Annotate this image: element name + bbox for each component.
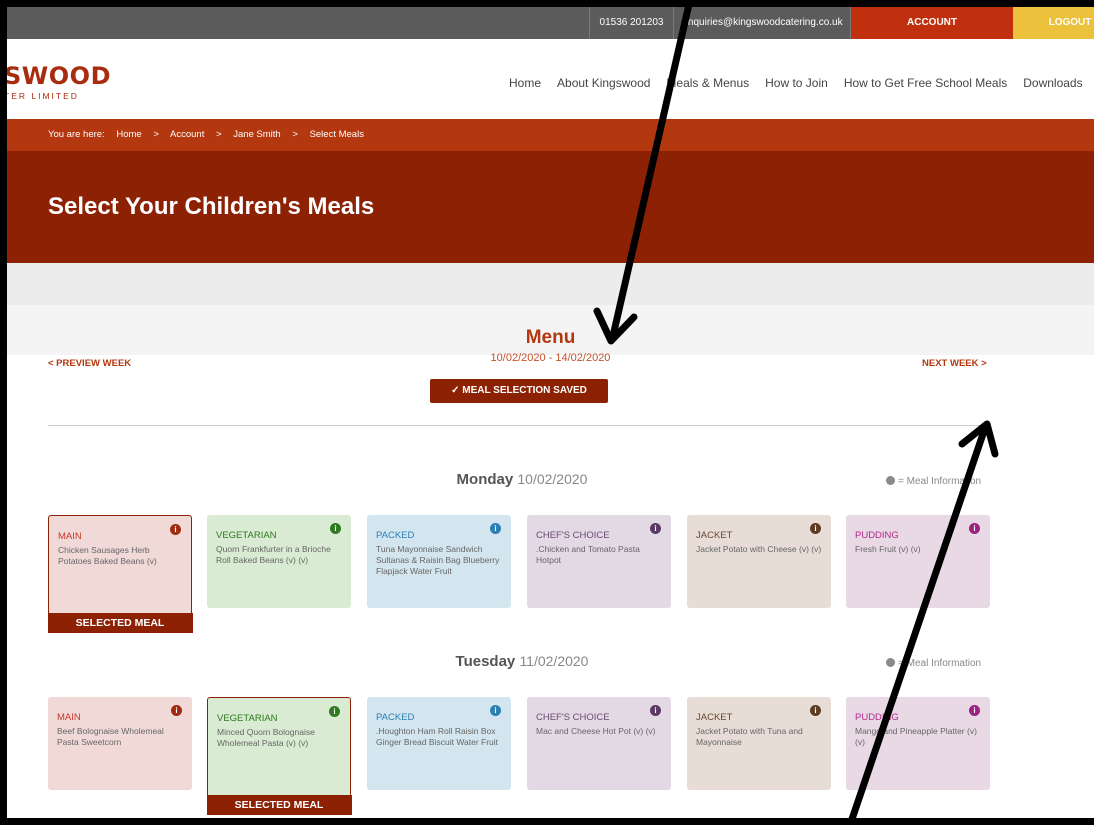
info-icon[interactable]: i (810, 523, 821, 534)
meal-card-chefs-choice[interactable]: i CHEF'S CHOICE Mac and Cheese Hot Pot (v)… (527, 697, 671, 790)
meal-description: .Houghton Ham Roll Raisin Box Ginger Bre… (376, 726, 499, 747)
meal-description: Quorn Frankfurter in a Brioche Roll Bake… (216, 544, 331, 565)
logo-subtitle: TER LIMITED (7, 91, 79, 101)
breadcrumb-sep: > (292, 129, 298, 140)
nav-home[interactable]: Home (509, 76, 541, 90)
meal-description: .Chicken and Tomato Pasta Hotpot (536, 544, 640, 565)
logo[interactable]: SWOOD (7, 62, 111, 90)
day-heading: Tuesday 11/02/2020 (7, 653, 1037, 670)
site-header: SWOOD TER LIMITED Home About Kingswood M… (7, 39, 1094, 119)
meal-category: PUDDING (855, 530, 899, 541)
phone-number[interactable]: 01536 201203 (589, 7, 674, 39)
meal-category: PACKED (376, 530, 415, 541)
info-icon[interactable]: i (650, 705, 661, 716)
account-button[interactable]: ACCOUNT (851, 7, 1013, 39)
logout-button[interactable]: LOGOUT (1013, 7, 1094, 39)
info-icon[interactable]: i (810, 705, 821, 716)
meal-card-main[interactable]: i MAIN Beef Bolognaise Wholemeal Pasta Swe… (48, 697, 192, 790)
browser-viewport: 01536 201203 enquiries@kingswoodcatering… (7, 7, 1094, 818)
breadcrumb-home[interactable]: Home (116, 129, 141, 140)
meal-description: Beef Bolognaise Wholemeal Pasta Sweetcor… (57, 726, 164, 747)
info-icon[interactable]: i (171, 705, 182, 716)
breadcrumb-sep: > (153, 129, 159, 140)
page-title: Select Your Children's Meals (48, 193, 375, 220)
main-nav: Home About Kingswood Meals & Menus How t… (509, 76, 1094, 90)
meal-description: Jacket Potato with Cheese (v) (v) (696, 544, 822, 554)
next-week-link[interactable]: NEXT WEEK > (922, 358, 987, 369)
info-icon[interactable]: i (490, 523, 501, 534)
info-icon[interactable]: i (329, 706, 340, 717)
info-icon[interactable]: i (490, 705, 501, 716)
selected-meal-badge: SELECTED MEAL (206, 794, 352, 815)
nav-free-school-meals[interactable]: How to Get Free School Meals (844, 76, 1007, 90)
legend-text: = Meal Information (898, 658, 982, 669)
meal-category: PUDDING (855, 712, 899, 723)
breadcrumb: You are here: Home > Account > Jane Smit… (7, 119, 1094, 151)
meal-card-vegetarian[interactable]: i VEGETARIAN Quorn Frankfurter in a Brioch… (207, 515, 351, 608)
meal-description: Chicken Sausages Herb Potatoes Baked Bea… (58, 545, 157, 566)
breadcrumb-label: You are here: (48, 129, 105, 140)
info-icon[interactable]: i (969, 705, 980, 716)
breadcrumb-account[interactable]: Account (170, 129, 204, 140)
day-heading: Monday 10/02/2020 (7, 471, 1037, 488)
info-icon[interactable]: i (650, 523, 661, 534)
meal-category: VEGETARIAN (217, 713, 278, 724)
legend-text: = Meal Information (898, 476, 982, 487)
meal-card-packed[interactable]: i PACKED .Houghton Ham Roll Raisin Box Gin… (367, 697, 511, 790)
meal-card-jacket[interactable]: i JACKET Jacket Potato with Cheese (v) (v) (687, 515, 831, 608)
breadcrumb-child[interactable]: Jane Smith (233, 129, 281, 140)
meal-card-pudding[interactable]: i PUDDING Fresh Fruit (v) (v) (846, 515, 990, 608)
selected-meal-badge: SELECTED MEAL (47, 612, 193, 633)
meal-card-chefs-choice[interactable]: i CHEF'S CHOICE .Chicken and Tomato Pasta … (527, 515, 671, 608)
meal-description: Tuna Mayonnaise Sandwich Sultanas & Rais… (376, 544, 500, 576)
meal-description: Mango and Pineapple Platter (v) (v) (855, 726, 977, 747)
info-icon (886, 476, 895, 485)
breadcrumb-current: Select Meals (309, 129, 364, 140)
meal-card-packed[interactable]: i PACKED Tuna Mayonnaise Sandwich Sultanas… (367, 515, 511, 608)
meal-category: JACKET (696, 530, 733, 541)
nav-meals-menus[interactable]: Meals & Menus (666, 76, 749, 90)
meal-card-vegetarian[interactable]: i VEGETARIAN Minced Quorn Bolognaise Whole… (206, 697, 352, 815)
email-link[interactable]: enquiries@kingswoodcatering.co.uk (675, 7, 851, 39)
meal-info-legend: = Meal Information (886, 476, 981, 487)
day-date: 10/02/2020 (517, 471, 588, 487)
info-icon[interactable]: i (170, 524, 181, 535)
meal-category: JACKET (696, 712, 733, 723)
meal-category: MAIN (58, 531, 82, 542)
meal-card-pudding[interactable]: i PUDDING Mango and Pineapple Platter (v) … (846, 697, 990, 790)
meal-card-main[interactable]: i MAIN Chicken Sausages Herb Potatoes Bake… (47, 515, 193, 633)
meal-description: Fresh Fruit (v) (v) (855, 544, 921, 554)
day-date: 11/02/2020 (519, 653, 589, 669)
info-icon[interactable]: i (330, 523, 341, 534)
divider (48, 425, 991, 426)
day-name: Monday (456, 471, 514, 488)
info-icon (886, 658, 895, 667)
breadcrumb-sep: > (215, 129, 222, 140)
nav-about[interactable]: About Kingswood (557, 76, 650, 90)
meal-category: PACKED (376, 712, 415, 723)
meal-category: CHEF'S CHOICE (536, 530, 610, 541)
meal-category: MAIN (57, 712, 81, 723)
info-icon[interactable]: i (969, 523, 980, 534)
menu-title: Menu (525, 327, 576, 348)
meal-description: Jacket Potato with Tuna and Mayonnaise (696, 726, 803, 747)
meal-info-legend: = Meal Information (886, 658, 981, 669)
meal-category: VEGETARIAN (216, 530, 277, 541)
nav-how-to-join[interactable]: How to Join (765, 76, 828, 90)
day-name: Tuesday (455, 653, 516, 670)
utility-bar: 01536 201203 enquiries@kingswoodcatering… (7, 7, 1094, 39)
meal-selection-saved-button[interactable]: ✓ MEAL SELECTION SAVED (430, 379, 608, 403)
previous-week-link[interactable]: < PREVIEW WEEK (48, 358, 131, 369)
page-hero: Select Your Children's Meals (7, 151, 1094, 263)
meal-card-jacket[interactable]: i JACKET Jacket Potato with Tuna and Mayon… (687, 697, 831, 790)
spacer-band (7, 263, 1094, 305)
meal-category: CHEF'S CHOICE (536, 712, 610, 723)
nav-downloads[interactable]: Downloads (1023, 76, 1082, 90)
meal-description: Mac and Cheese Hot Pot (v) (v) (536, 726, 656, 736)
meal-description: Minced Quorn Bolognaise Wholemeal Pasta … (217, 727, 315, 748)
